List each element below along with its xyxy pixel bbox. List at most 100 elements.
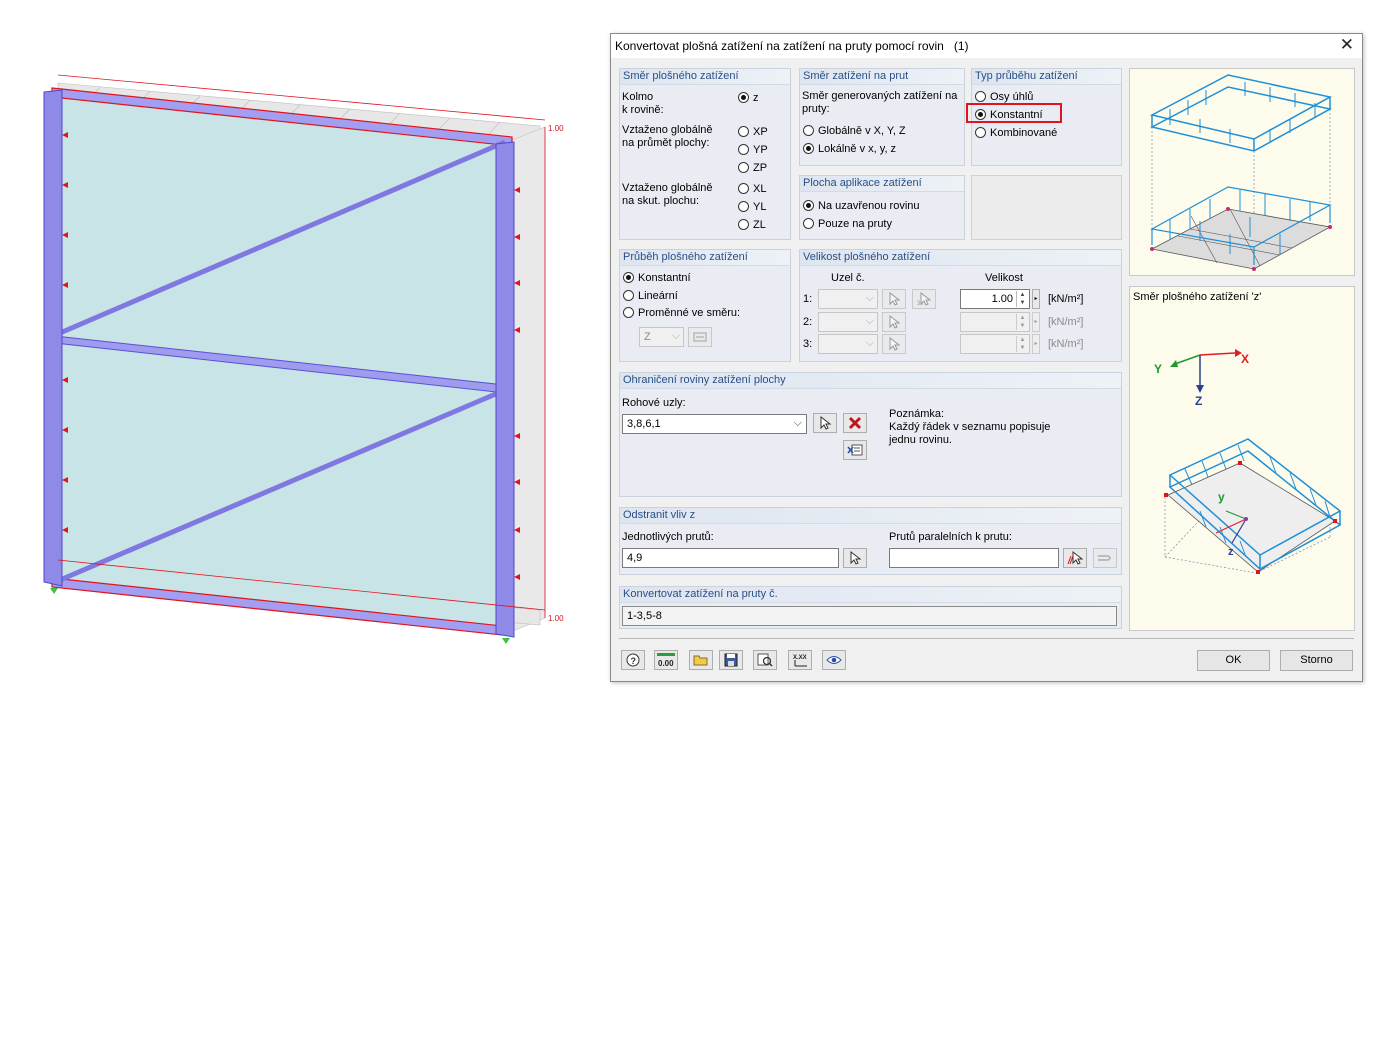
magnitude-menu-arrow-3[interactable]: ▸ (1032, 334, 1040, 354)
delete-row-button[interactable] (843, 413, 867, 433)
delete-icon (848, 416, 862, 430)
radio-members-only[interactable] (803, 218, 814, 229)
radio-zl-label: ZL (753, 219, 766, 231)
magnitude-input-1[interactable]: 1.00 ▲ ▼ (960, 289, 1030, 309)
parallel-members-input[interactable] (889, 548, 1059, 568)
xxx-values-icon: X.XX (793, 655, 807, 667)
radio-z-label: z (753, 92, 759, 104)
radio-angle-axes[interactable] (975, 91, 986, 102)
cancel-button[interactable]: Storno (1280, 650, 1353, 671)
group-header: Směr plošného zatížení (620, 69, 790, 85)
label-true-area: Vztaženo globálně (622, 182, 713, 194)
dialog-title: Konvertovat plošná zatížení na zatížení … (615, 39, 969, 53)
load-distribution-illustration (1149, 74, 1333, 271)
magnifier-icon (757, 653, 773, 667)
group-area-load-distribution: Průběh plošného zatížení Konstantní Line… (619, 249, 791, 362)
cursor-icon (850, 551, 862, 565)
node-select-3[interactable]: ⌵ (818, 334, 878, 354)
parallel-options-button[interactable] (1093, 548, 1117, 568)
cursor-icon (820, 416, 832, 430)
node-select-2[interactable]: ⌵ (818, 312, 878, 332)
radio-combined[interactable] (975, 127, 986, 138)
label-projected-2: na průmět plochy: (622, 137, 710, 149)
member-direction-desc: Směr generovaných zatížení na (802, 90, 958, 102)
radio-z[interactable] (738, 92, 749, 103)
group-header: Směr zatížení na prut (800, 69, 964, 85)
select-in-list-button[interactable] (843, 440, 867, 460)
radio-yl[interactable] (738, 201, 749, 212)
direction-select[interactable]: Z ⌵ (639, 327, 684, 347)
direction-illustration: X Y Z y z (1154, 349, 1342, 574)
eye-icon (826, 656, 842, 664)
help-button[interactable]: ? (621, 650, 645, 670)
preview-zoom-button[interactable] (753, 650, 777, 670)
pick-single-members-button[interactable] (843, 548, 867, 568)
unit-label: [kN/m²] (1048, 293, 1084, 305)
magnitude-menu-arrow-1[interactable]: ▸ (1032, 289, 1040, 309)
magnitude-input-3[interactable]: ▲ ▼ (960, 334, 1030, 354)
unit-label: [kN/m²] (1048, 338, 1084, 350)
cursor-icon (889, 315, 900, 329)
group-application-area: Plocha aplikace zatížení Na uzavřenou ro… (799, 175, 965, 240)
single-members-input[interactable]: 4,9 (622, 548, 839, 568)
radio-dist-variable-label: Proměnné ve směru: (638, 307, 741, 319)
radio-local-xyz[interactable] (803, 143, 814, 154)
ok-button[interactable]: OK (1197, 650, 1270, 671)
radio-global-label: Globálně v X, Y, Z (818, 125, 906, 137)
pick-node-button-3[interactable] (882, 334, 906, 354)
col-magnitude-header: Velikost (985, 272, 1023, 284)
close-icon[interactable]: ✕ (1340, 35, 1354, 55)
empty-panel (971, 175, 1122, 240)
group-member-load-direction: Směr zatížení na prut Směr generovaných … (799, 68, 965, 166)
axis-y-label: Y (1154, 362, 1162, 376)
unit-label: [kN/m²] (1048, 316, 1084, 328)
radio-combined-label: Kombinované (990, 127, 1058, 139)
corner-nodes-select[interactable]: 3,8,6,1 ⌵ (622, 414, 807, 434)
pick-3-nodes-button[interactable]: 3x (912, 289, 936, 309)
save-icon (724, 653, 738, 667)
radio-zp[interactable] (738, 162, 749, 173)
pick-direction-button[interactable] (688, 327, 712, 347)
pick-node-button-2[interactable] (882, 312, 906, 332)
label-perpendicular: Kolmo (622, 91, 654, 103)
radio-xp[interactable] (738, 126, 749, 137)
pick-corner-nodes-button[interactable] (813, 413, 837, 433)
note-title: Poznámka: (889, 408, 945, 420)
radio-zp-label: ZP (753, 162, 768, 174)
radio-dist-variable[interactable] (623, 307, 634, 318)
label-projected: Vztaženo globálně (622, 124, 713, 136)
radio-global-xyz[interactable] (803, 125, 814, 136)
units-button[interactable]: 0.00 (654, 650, 678, 670)
radio-yl-label: YL (753, 201, 767, 213)
col-node-header: Uzel č. (831, 272, 865, 284)
corner-nodes-label: Rohové uzly: (622, 397, 686, 409)
radio-dist-constant[interactable] (623, 272, 634, 283)
save-button[interactable] (719, 650, 743, 670)
radio-closed-plane[interactable] (803, 200, 814, 211)
preview-distribution (1129, 68, 1355, 276)
note-text-2: jednu rovinu. (889, 434, 952, 446)
parallel-pick-icon (1067, 551, 1083, 565)
row-label: 1: (803, 293, 813, 305)
radio-xl-label: XL (753, 183, 767, 195)
radio-xl[interactable] (738, 183, 749, 194)
svg-text:0.00: 0.00 (658, 659, 674, 667)
member-direction-desc-2: pruty: (802, 103, 830, 115)
magnitude-menu-arrow-2[interactable]: ▸ (1032, 312, 1040, 332)
cursor-icon (889, 292, 900, 306)
magnitude-input-2[interactable]: ▲ ▼ (960, 312, 1030, 332)
pick-parallel-members-button[interactable] (1063, 548, 1087, 568)
svg-text:?: ? (631, 656, 637, 666)
axis-x-label: X (1241, 352, 1249, 366)
axis-z-label: Z (1195, 394, 1202, 408)
values-display-button[interactable]: X.XX (788, 650, 812, 670)
view-button[interactable] (822, 650, 846, 670)
radio-constant-type[interactable] (975, 109, 986, 120)
radio-zl[interactable] (738, 219, 749, 230)
divider (619, 638, 1354, 639)
pick-node-button-1[interactable] (882, 289, 906, 309)
radio-yp[interactable] (738, 144, 749, 155)
open-button[interactable] (689, 650, 713, 670)
node-select-1[interactable]: ⌵ (818, 289, 878, 309)
radio-dist-linear[interactable] (623, 290, 634, 301)
